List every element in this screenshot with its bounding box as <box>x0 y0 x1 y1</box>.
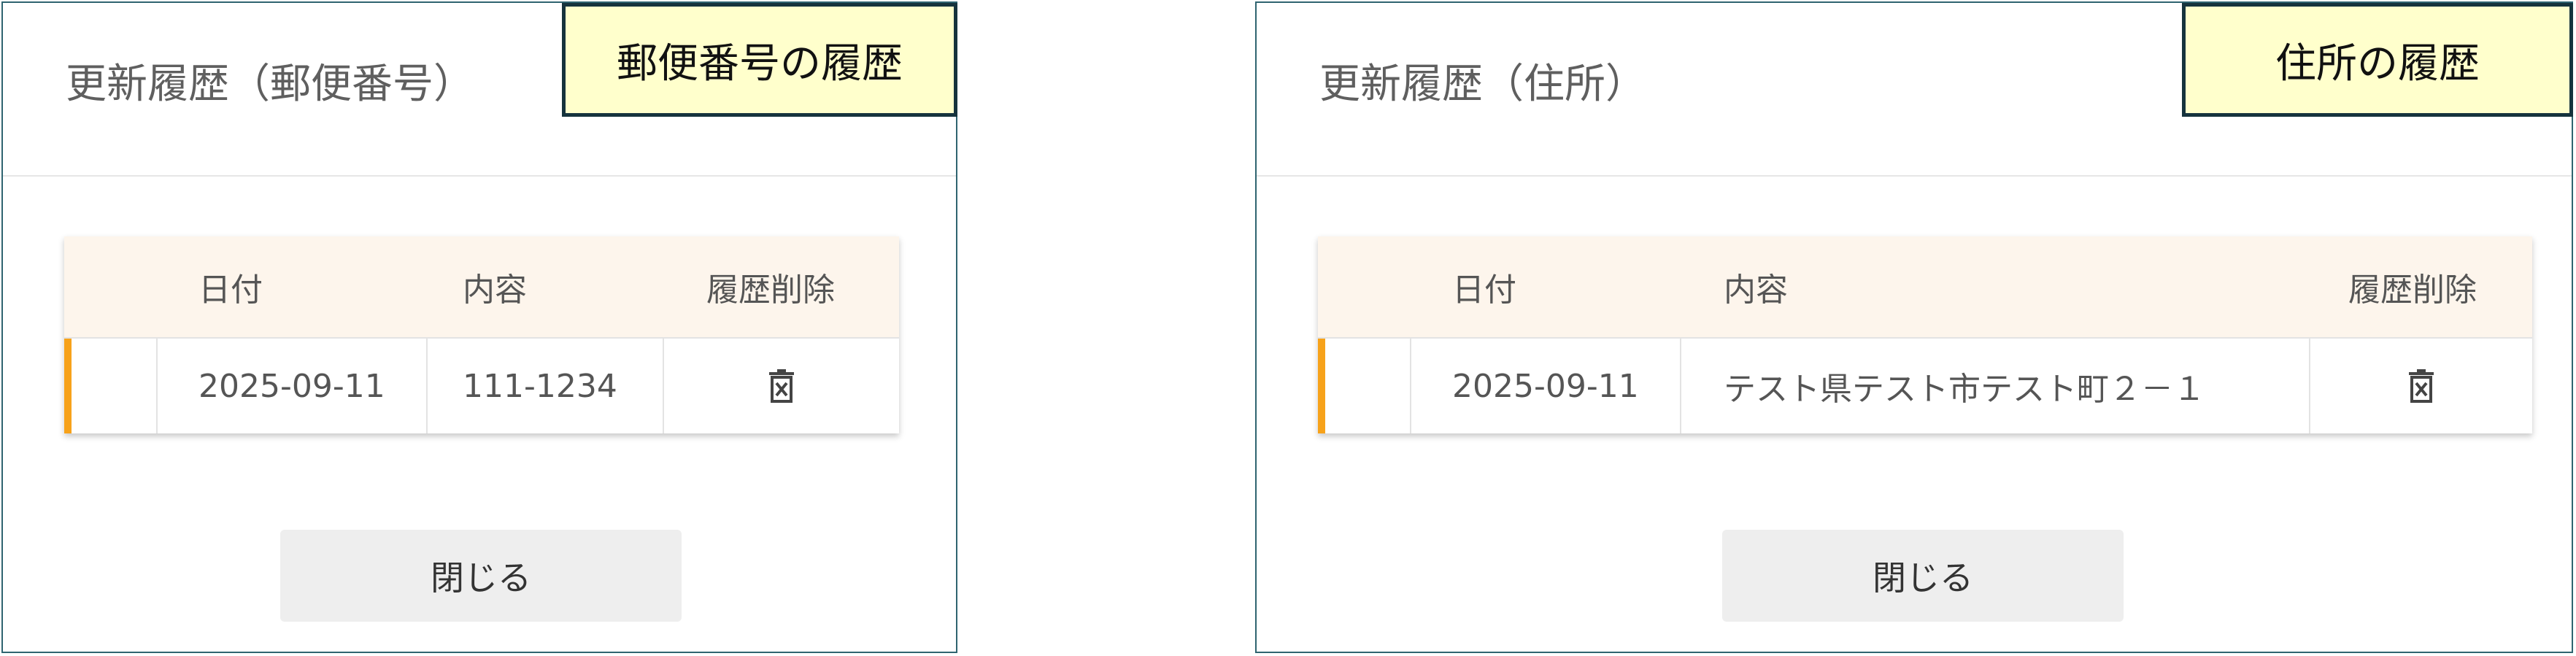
history-table: 日付 内容 履歴削除 2025-09-11 111-1234 <box>64 236 899 433</box>
column-divider <box>1680 339 1681 433</box>
callout-label: 住所の履歴 <box>2182 3 2573 117</box>
column-divider <box>426 339 428 433</box>
row-accent-bar <box>64 339 72 433</box>
delete-history-button[interactable] <box>2310 339 2532 433</box>
table-header: 日付 内容 履歴削除 <box>1318 236 2532 337</box>
column-header-delete: 履歴削除 <box>2348 271 2477 309</box>
close-button[interactable]: 閉じる <box>1722 530 2124 622</box>
row-date: 2025-09-11 <box>1452 367 1639 405</box>
column-header-date: 日付 <box>1452 271 1516 309</box>
postal-history-dialog: 更新履歴（郵便番号） 郵便番号の履歴 日付 内容 履歴削除 2025-09-11… <box>1 1 957 653</box>
trash-icon <box>769 369 794 403</box>
address-history-dialog: 更新履歴（住所） 住所の履歴 日付 内容 履歴削除 2025-09-11 テスト… <box>1255 1 2573 653</box>
row-content: テスト県テスト市テスト町２－１ <box>1724 371 2205 408</box>
row-date: 2025-09-11 <box>198 367 385 405</box>
callout-label: 郵便番号の履歴 <box>562 3 957 117</box>
trash-icon <box>2409 369 2434 403</box>
row-accent-bar <box>1318 339 1325 433</box>
dialog-title: 更新履歴（住所） <box>1319 61 1646 108</box>
column-divider <box>1410 339 1411 433</box>
divider <box>3 175 956 177</box>
dialog-title: 更新履歴（郵便番号） <box>66 61 474 108</box>
column-divider <box>156 339 158 433</box>
row-content: 111-1234 <box>463 367 617 405</box>
column-header-content: 内容 <box>463 271 527 309</box>
table-header: 日付 内容 履歴削除 <box>64 236 899 337</box>
column-header-content: 内容 <box>1724 271 1788 309</box>
divider <box>1257 175 2572 177</box>
table-row: 2025-09-11 111-1234 <box>64 337 899 433</box>
table-row: 2025-09-11 テスト県テスト市テスト町２－１ <box>1318 337 2532 433</box>
history-table: 日付 内容 履歴削除 2025-09-11 テスト県テスト市テスト町２－１ <box>1318 236 2532 433</box>
delete-history-button[interactable] <box>664 339 899 433</box>
column-header-date: 日付 <box>198 271 263 309</box>
column-header-delete: 履歴削除 <box>706 271 835 309</box>
close-button[interactable]: 閉じる <box>280 530 682 622</box>
